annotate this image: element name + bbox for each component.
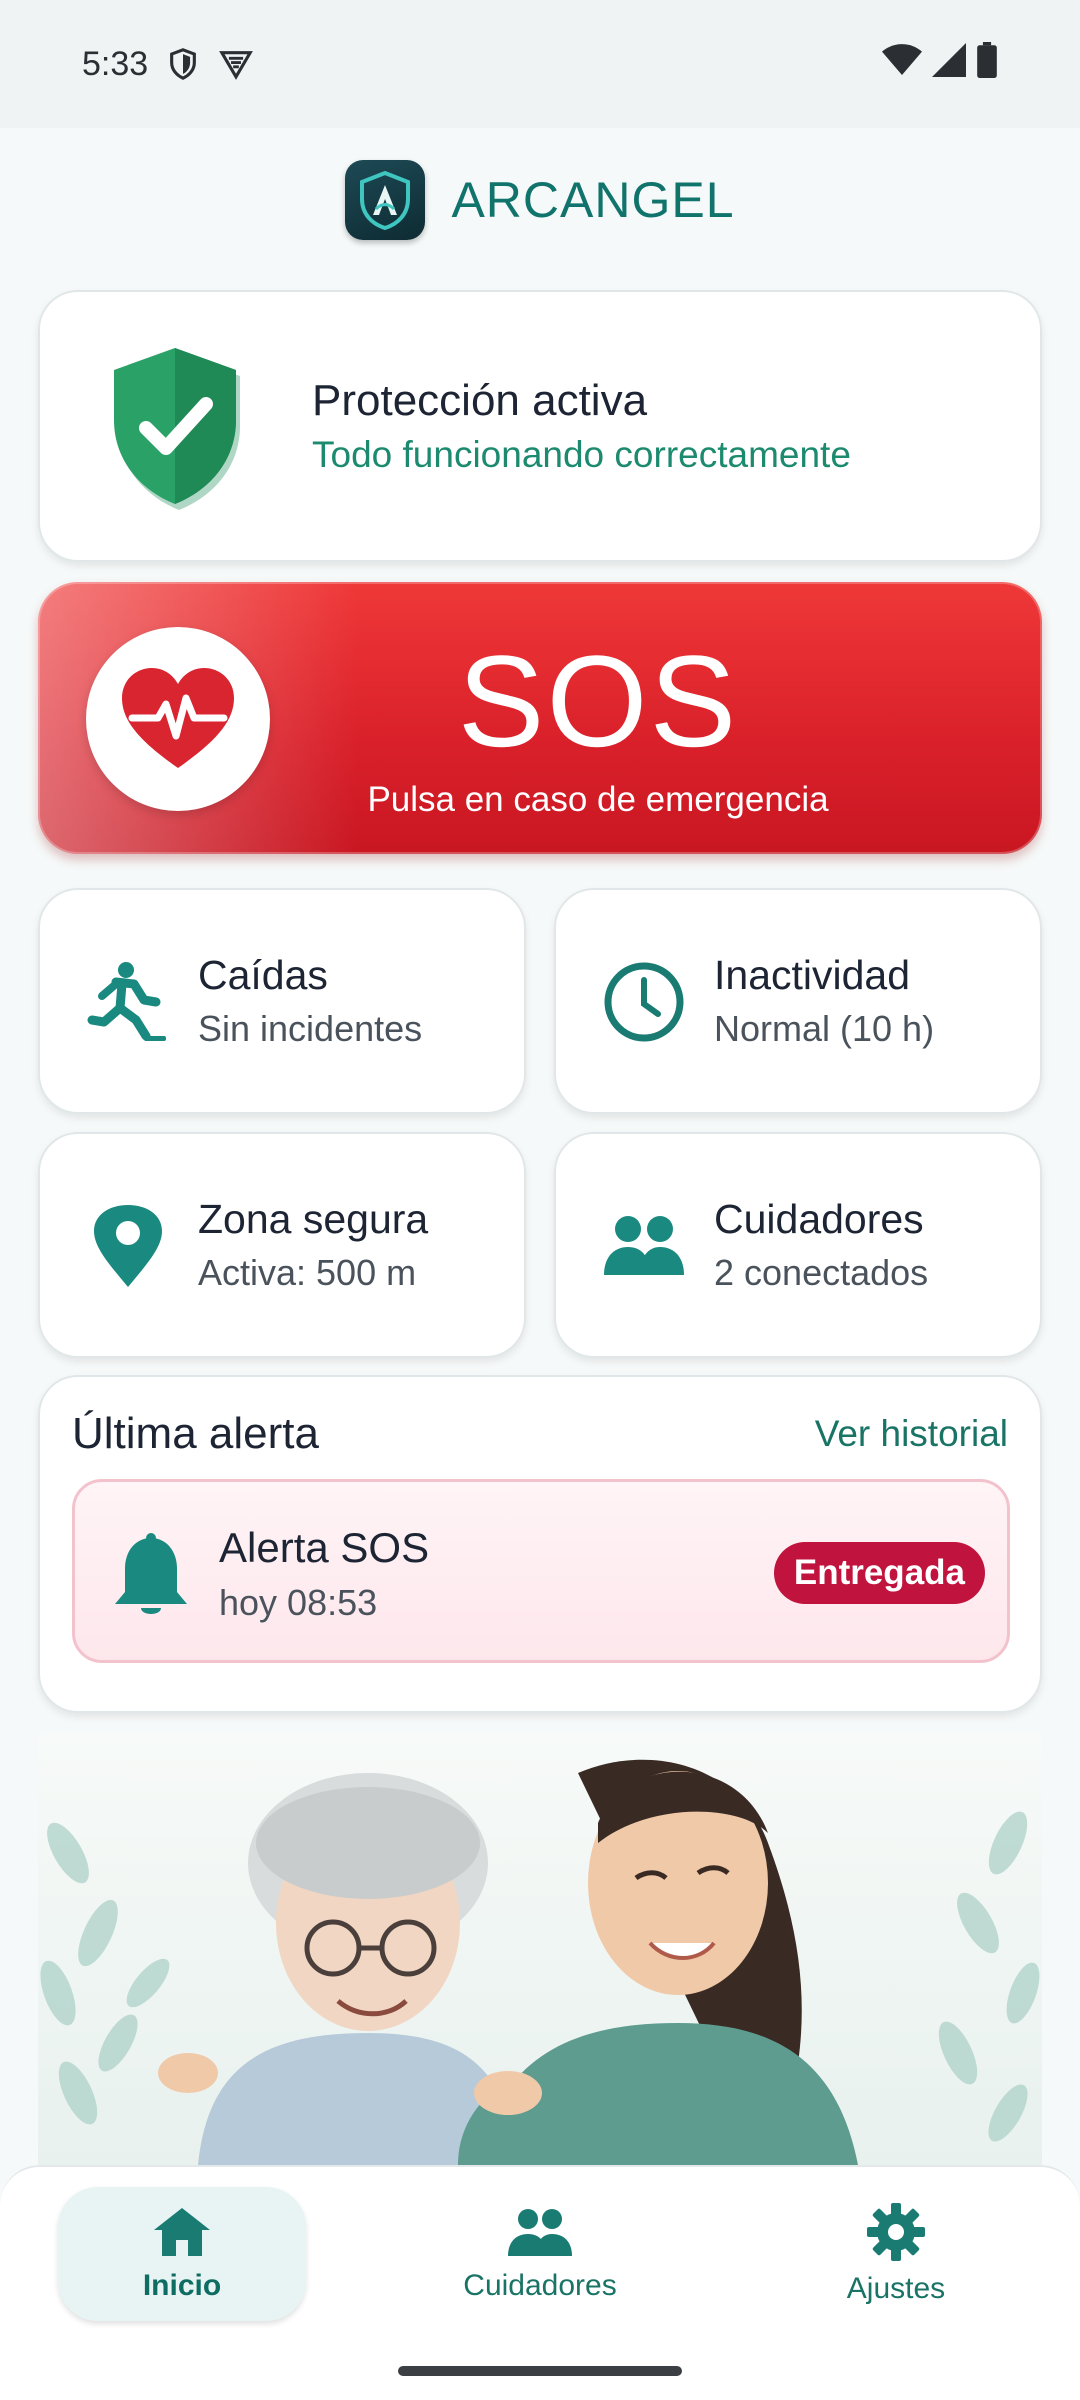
inactivity-tile[interactable]: Inactividad Normal (10 h) xyxy=(554,888,1042,1114)
protection-title: Protección activa xyxy=(312,376,648,425)
nav-settings[interactable]: Ajustes xyxy=(772,2187,1020,2321)
shield-outline-icon xyxy=(166,47,200,81)
heart-pulse-icon xyxy=(86,627,270,811)
home-indicator-bar[interactable] xyxy=(398,2366,682,2376)
view-history-link[interactable]: Ver historial xyxy=(815,1413,1008,1455)
status-bar: 5:33 xyxy=(0,0,1080,128)
alert-time: hoy 08:53 xyxy=(219,1582,378,1623)
protection-subtitle: Todo funcionando correctamente xyxy=(312,434,851,475)
nav-settings-label: Ajustes xyxy=(846,2271,946,2305)
caregivers-title: Cuidadores xyxy=(714,1196,924,1242)
alert-status-badge: Entregada xyxy=(773,1542,985,1604)
nav-home-label: Inicio xyxy=(142,2268,222,2302)
status-time: 5:33 xyxy=(82,44,149,83)
falls-status: Sin incidentes xyxy=(198,1008,423,1049)
safe-zone-status: Activa: 500 m xyxy=(198,1252,417,1293)
falls-tile[interactable]: Caídas Sin incidentes xyxy=(38,888,526,1114)
falling-person-icon xyxy=(80,954,176,1050)
last-alert-heading: Última alerta xyxy=(72,1409,319,1458)
home-icon xyxy=(152,2206,212,2263)
caregivers-status: 2 conectados xyxy=(714,1252,929,1293)
app-title: ARCANGEL xyxy=(451,172,735,228)
falls-title: Caídas xyxy=(198,952,328,998)
nav-caregivers-label: Cuidadores xyxy=(463,2268,617,2302)
inactivity-title: Inactividad xyxy=(714,952,911,998)
gear-icon xyxy=(867,2202,925,2266)
nav-caregivers[interactable]: Cuidadores xyxy=(416,2187,664,2321)
signal-icon xyxy=(932,42,966,86)
wifi-icon xyxy=(882,43,922,86)
clock-icon xyxy=(596,954,692,1050)
vpn-icon xyxy=(218,47,254,81)
battery-icon xyxy=(976,41,998,87)
check-shield-icon xyxy=(100,342,250,517)
caregiver-illustration xyxy=(38,1733,1042,2165)
bell-icon xyxy=(111,1532,191,1627)
sos-label: SOS xyxy=(457,628,739,774)
last-alert-card: Última alerta Ver historial Alerta SOS h… xyxy=(38,1375,1042,1713)
bottom-navigation: Inicio Cuidadores Ajustes xyxy=(0,2165,1080,2400)
nav-home[interactable]: Inicio xyxy=(58,2187,306,2321)
inactivity-status: Normal (10 h) xyxy=(714,1008,935,1049)
sos-subtitle: Pulsa en caso de emergencia xyxy=(367,780,829,819)
app-header: ARCANGEL xyxy=(0,150,1080,250)
protection-status-card: Protección activa Todo funcionando corre… xyxy=(38,290,1042,562)
arcangel-logo-icon xyxy=(345,160,426,240)
location-pin-icon xyxy=(80,1198,176,1294)
safe-zone-tile[interactable]: Zona segura Activa: 500 m xyxy=(38,1132,526,1358)
caregivers-tile[interactable]: Cuidadores 2 conectados xyxy=(554,1132,1042,1358)
people-icon xyxy=(508,2206,572,2263)
alert-item[interactable]: Alerta SOS hoy 08:53 Entregada xyxy=(72,1479,1010,1663)
alert-title: Alerta SOS xyxy=(219,1524,430,1571)
people-icon xyxy=(596,1198,692,1294)
safe-zone-title: Zona segura xyxy=(198,1196,429,1242)
sos-button[interactable]: SOS Pulsa en caso de emergencia xyxy=(38,582,1042,854)
